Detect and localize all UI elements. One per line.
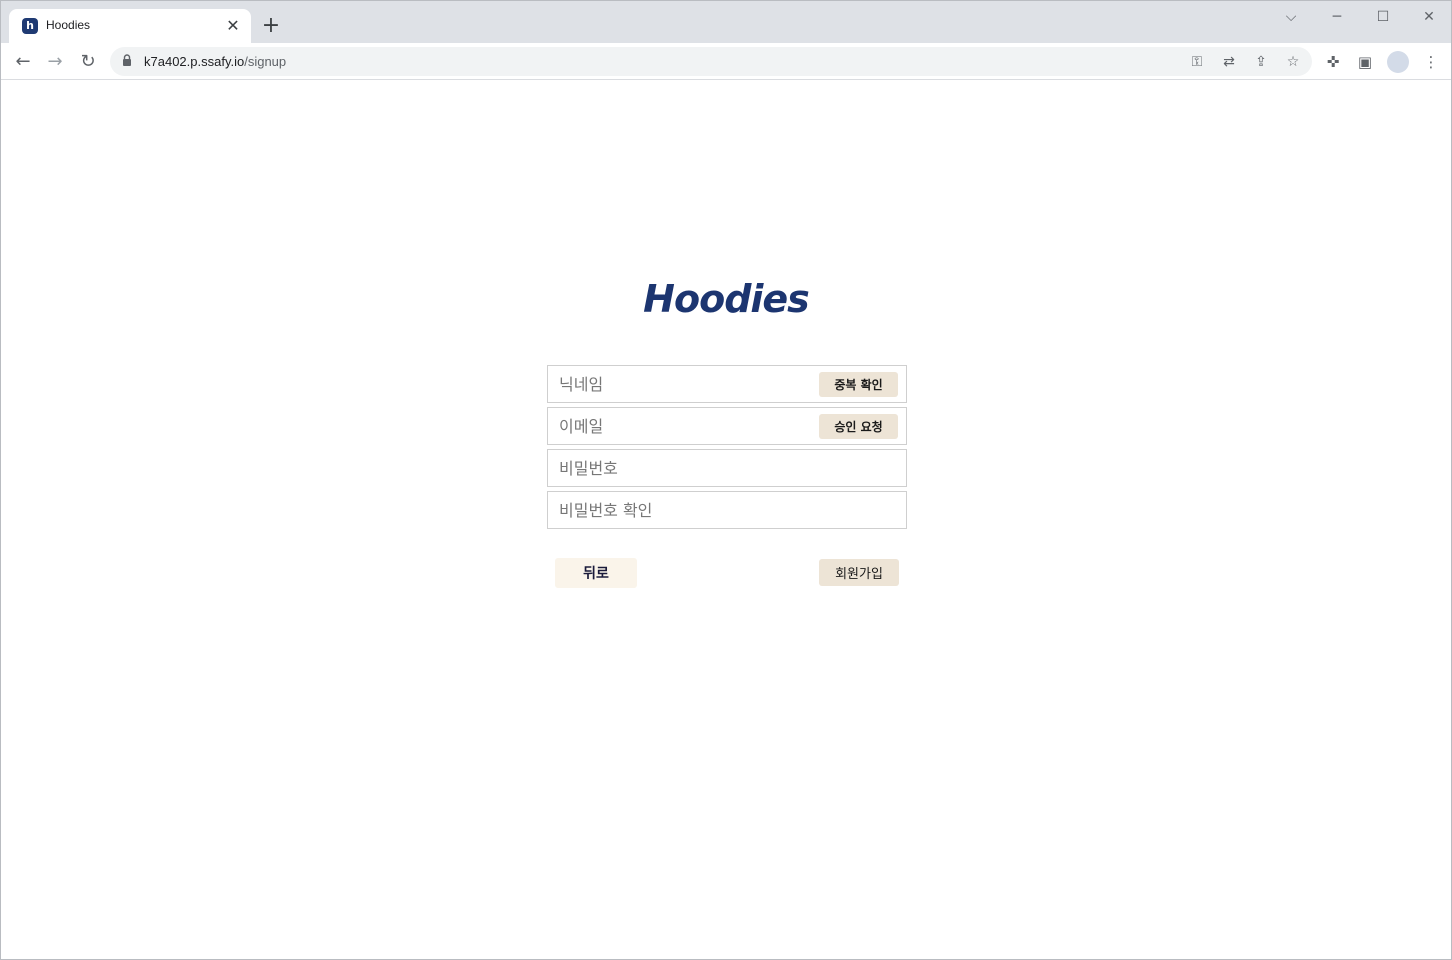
browser-tab[interactable]: h Hoodies ✕ [9,9,251,43]
password-field [547,449,907,487]
side-panel-icon[interactable]: ▣ [1353,50,1377,74]
new-tab-icon[interactable]: + [259,14,283,38]
address-bar[interactable]: k7a402.p.ssafy.io/signup ⚿ ⇄ ⇪ ☆ [110,47,1312,76]
password-confirm-input[interactable] [548,492,906,528]
signup-page: Hoodies 중복 확인 승인 요청 뒤로 회원가입 [1,81,1451,959]
tab-search-icon[interactable]: ⌵ [1273,5,1309,29]
key-icon[interactable]: ⚿ [1186,51,1208,73]
url-host: k7a402.p.ssafy.io [144,54,245,69]
url-path: /signup [244,54,287,69]
nickname-field: 중복 확인 [547,365,907,403]
profile-avatar[interactable] [1387,51,1409,73]
back-button[interactable]: 뒤로 [555,558,637,588]
share-icon[interactable]: ⇪ [1250,51,1272,73]
email-field: 승인 요청 [547,407,907,445]
url-text: k7a402.p.ssafy.io/signup [144,54,286,69]
close-tab-icon[interactable]: ✕ [223,16,243,36]
back-arrow-icon[interactable]: ← [10,49,36,75]
menu-kebab-icon[interactable]: ⋮ [1419,50,1443,74]
bookmark-star-icon[interactable]: ☆ [1282,51,1304,73]
minimize-icon[interactable]: ─ [1319,5,1355,29]
hoodies-favicon-icon: h [22,18,38,34]
hoodies-logo: Hoodies [643,277,810,321]
password-confirm-field [547,491,907,529]
reload-icon[interactable]: ↻ [75,49,101,75]
request-approval-button[interactable]: 승인 요청 [819,414,898,439]
browser-window: h Hoodies ✕ + ⌵ ─ ☐ ✕ ← → ↻ k7a402.p.ssa… [0,0,1452,960]
password-input[interactable] [548,450,906,486]
browser-toolbar: ← → ↻ k7a402.p.ssafy.io/signup ⚿ ⇄ ⇪ ☆ ✜… [1,43,1451,80]
translate-icon[interactable]: ⇄ [1218,51,1240,73]
duplicate-check-button[interactable]: 중복 확인 [819,372,898,397]
maximize-icon[interactable]: ☐ [1365,5,1401,29]
tab-strip: h Hoodies ✕ + ⌵ ─ ☐ ✕ [1,1,1451,43]
extensions-puzzle-icon[interactable]: ✜ [1321,50,1345,74]
close-window-icon[interactable]: ✕ [1411,5,1447,29]
signup-submit-button[interactable]: 회원가입 [819,559,899,586]
forward-arrow-icon[interactable]: → [42,49,68,75]
tab-title: Hoodies [46,18,91,32]
lock-icon [123,54,131,66]
